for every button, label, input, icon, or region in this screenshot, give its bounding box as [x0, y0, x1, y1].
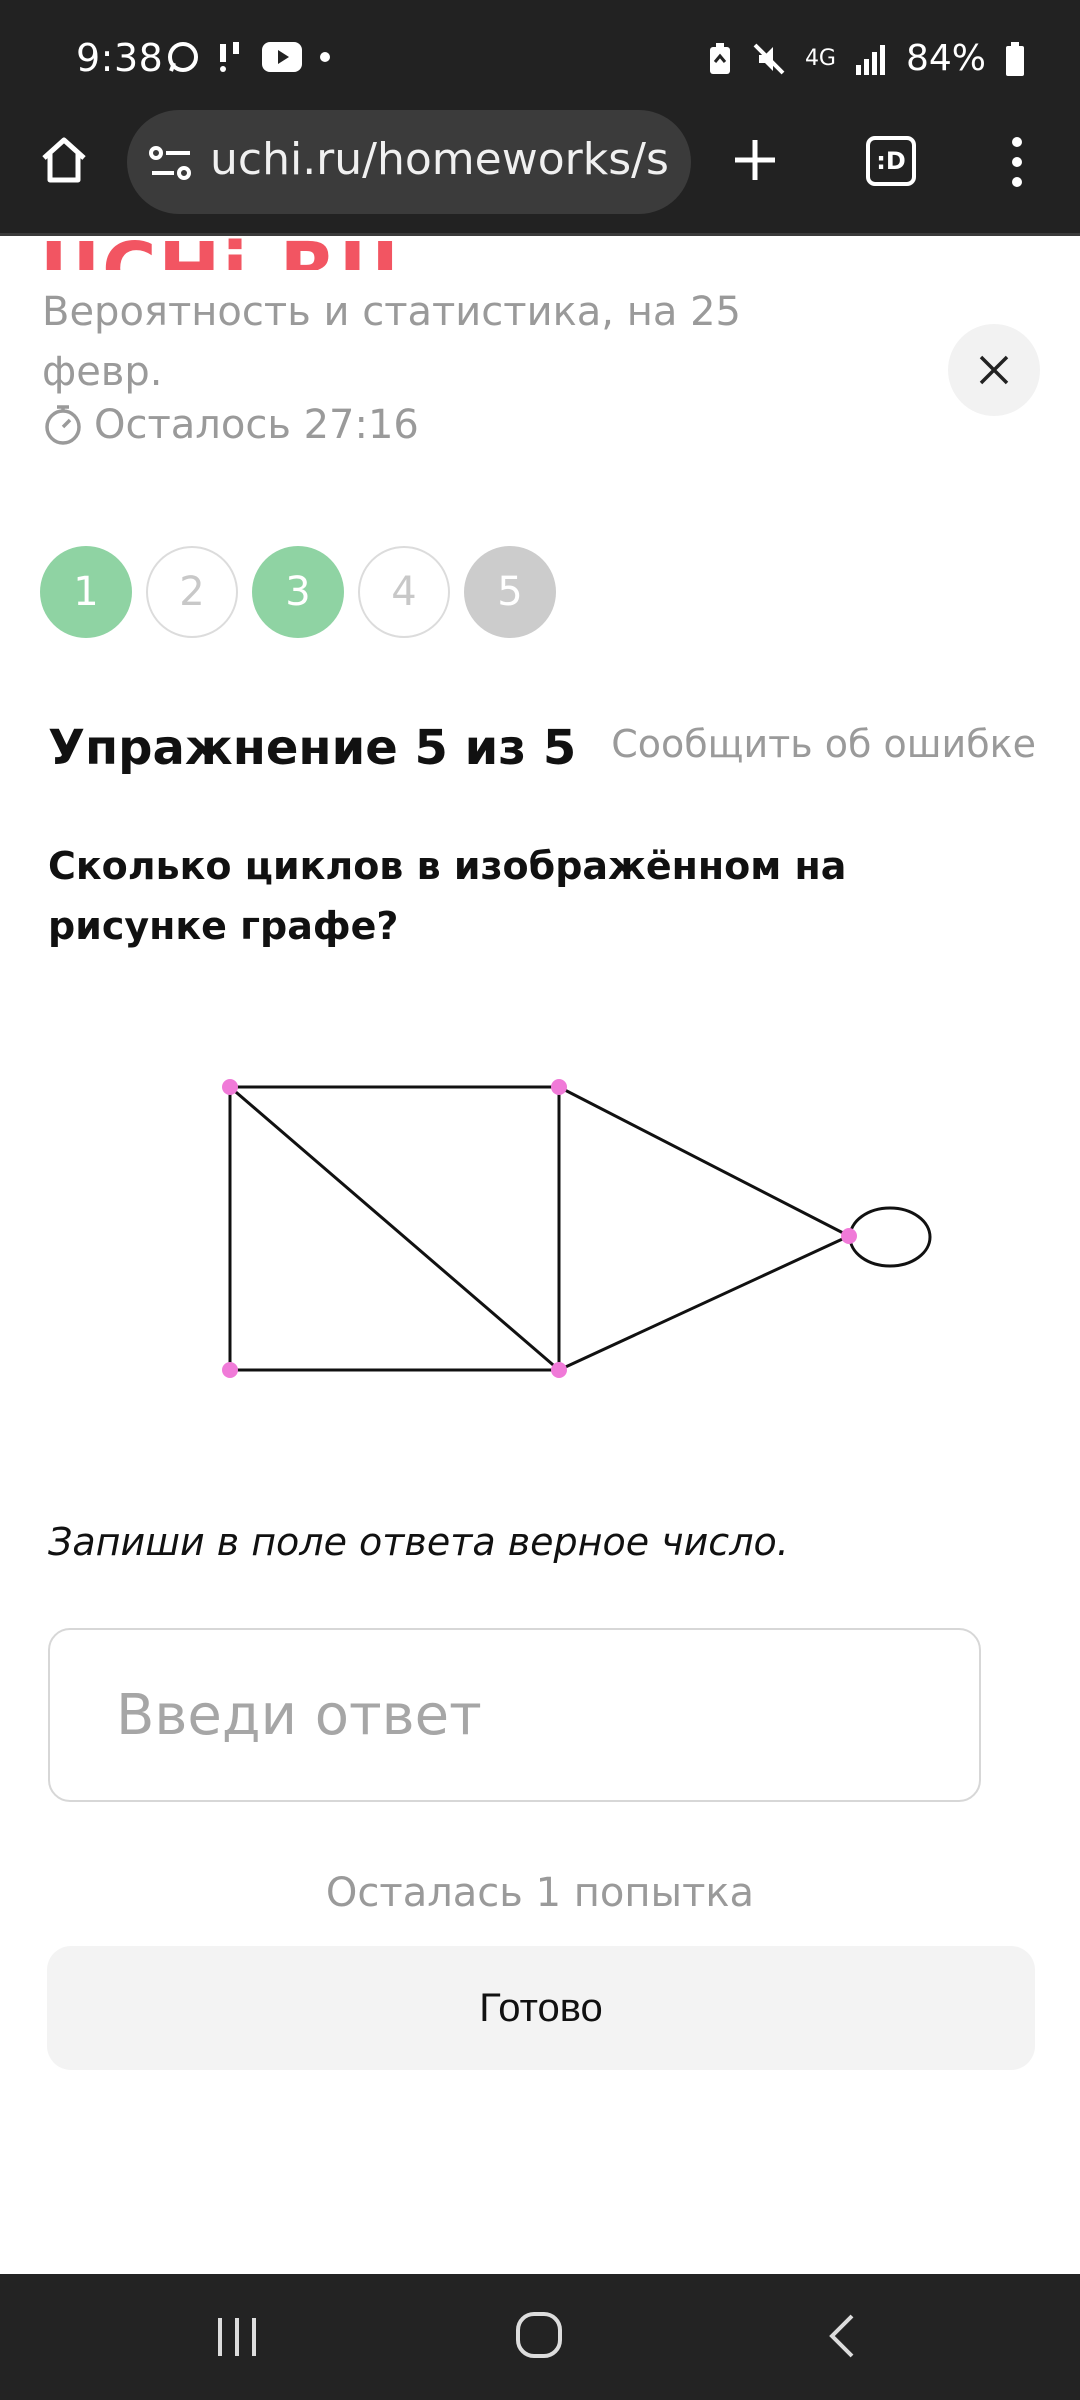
stopwatch-icon	[45, 405, 81, 445]
system-nav-bar	[0, 2274, 1080, 2400]
edge-lower-right	[558, 1234, 850, 1372]
instruction-text: Запиши в поле ответа верное число.	[48, 1520, 789, 1564]
step-3[interactable]: 3	[252, 546, 344, 638]
step-4-label: 4	[391, 569, 417, 615]
graph-edges	[228, 1085, 932, 1372]
homework-topic: Вероятность и статистика, на 25 февр.	[42, 289, 741, 395]
vertex-bottom-middle	[551, 1362, 567, 1378]
status-time: 9:38	[76, 36, 164, 80]
submit-button[interactable]: Готово	[47, 1946, 1035, 2070]
notification-icon	[220, 42, 239, 72]
exercise-title: Упражнение 5 из 5	[48, 720, 577, 776]
url-text[interactable]: uchi.ru/homeworks/st	[210, 134, 670, 190]
timer-label: Осталось 27:16	[94, 402, 419, 448]
question-text: Сколько циклов в изображённом на рисунке…	[48, 844, 847, 948]
graph-figure	[222, 1079, 932, 1378]
vertex-bottom-left	[222, 1362, 238, 1378]
battery-saver-icon	[709, 42, 730, 74]
new-tab-icon[interactable]	[730, 135, 780, 185]
home-nav-icon[interactable]	[514, 2310, 564, 2360]
step-5-label: 5	[497, 569, 523, 615]
step-1[interactable]: 1	[40, 546, 132, 638]
step-2-label: 2	[179, 569, 205, 615]
step-4[interactable]: 4	[358, 546, 450, 638]
mute-icon	[753, 43, 785, 74]
attempts-remaining: Осталась 1 попытка	[325, 1870, 755, 1916]
battery-icon	[1006, 41, 1024, 76]
status-bar: 9:38 4G 84%	[0, 0, 1080, 110]
vertex-top-middle	[551, 1079, 567, 1095]
tabs-icon-label: :D	[876, 147, 906, 175]
step-2[interactable]: 2	[146, 546, 238, 638]
step-5[interactable]: 5	[464, 546, 556, 638]
back-icon[interactable]	[824, 2312, 860, 2360]
menu-icon[interactable]	[1002, 136, 1032, 188]
signal-icon	[855, 44, 885, 75]
step-1-label: 1	[73, 569, 99, 615]
close-button[interactable]	[948, 324, 1040, 416]
home-icon[interactable]	[36, 132, 92, 188]
tabs-icon[interactable]: :D	[866, 136, 916, 186]
whatsapp-icon	[168, 42, 198, 72]
edge-diagonal	[229, 1085, 560, 1372]
recent-apps-icon[interactable]	[214, 2314, 260, 2360]
progress-steps: 1 2 3 4 5	[40, 546, 556, 638]
answer-input[interactable]	[48, 1628, 981, 1802]
vertex-top-left	[222, 1079, 238, 1095]
edge-loop	[848, 1206, 932, 1268]
edge-upper-right	[558, 1085, 850, 1238]
network-label: 4G	[804, 45, 836, 71]
dot-icon	[320, 52, 330, 62]
close-icon	[979, 355, 1009, 385]
vertex-right	[841, 1228, 857, 1244]
uchi-logo[interactable]: UCHi.RU	[40, 210, 401, 270]
youtube-icon	[262, 42, 302, 72]
timer: Осталось 27:16	[42, 402, 419, 448]
battery-percent: 84%	[905, 38, 986, 79]
submit-button-label: Готово	[479, 1985, 603, 2030]
graph-vertices	[222, 1079, 857, 1378]
step-3-label: 3	[285, 569, 311, 615]
site-settings-icon[interactable]	[148, 143, 194, 183]
report-error-link[interactable]: Сообщить об ошибке	[611, 722, 1036, 766]
